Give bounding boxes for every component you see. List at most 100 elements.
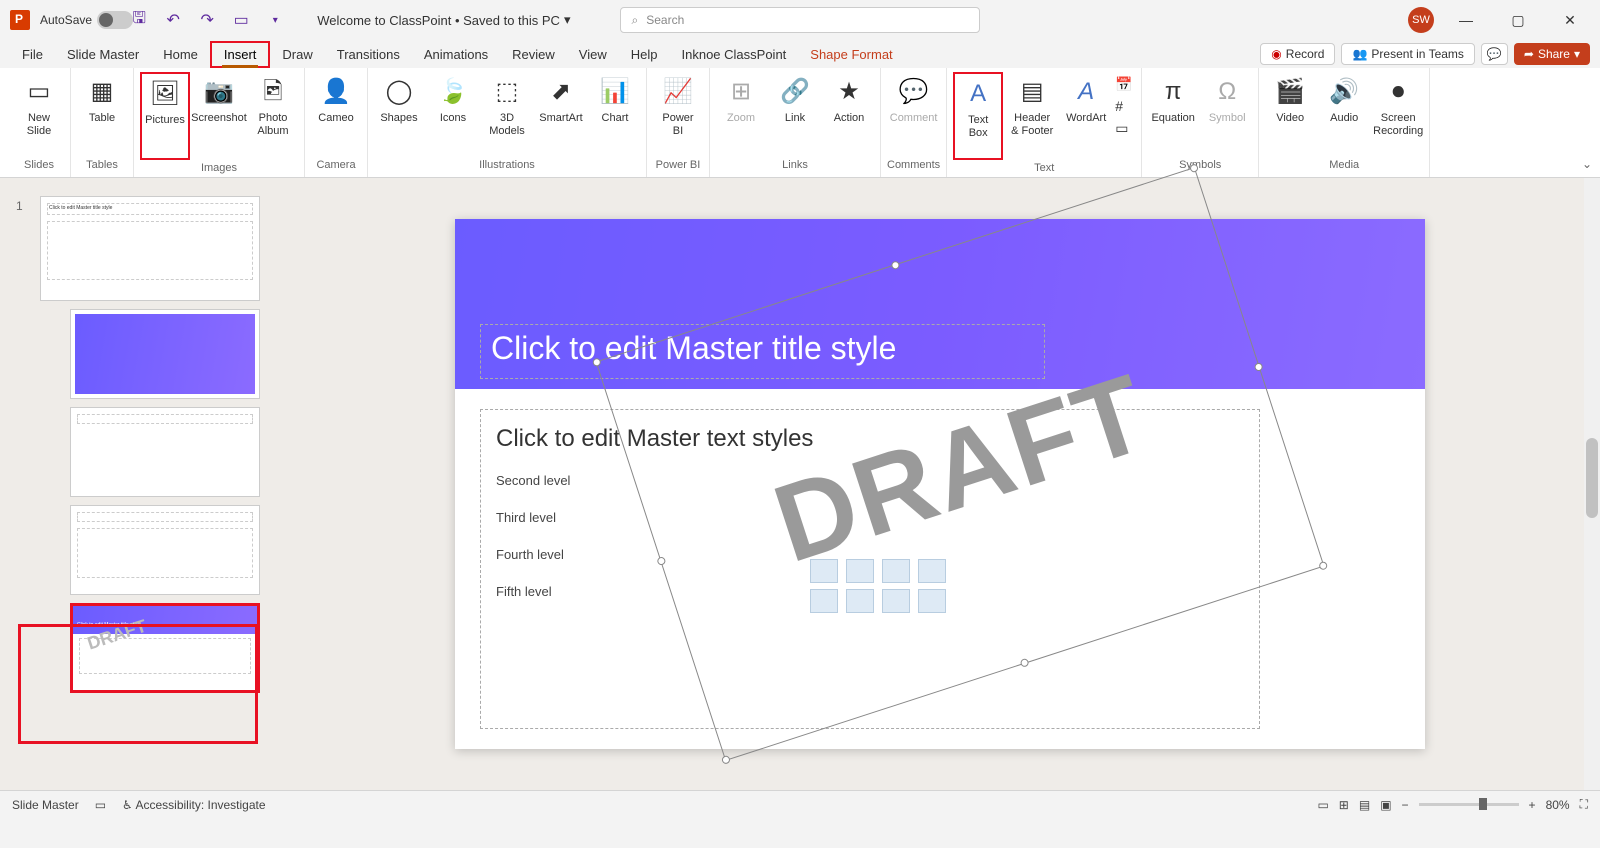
audio-button[interactable]: 🔊Audio xyxy=(1319,72,1369,129)
video-button[interactable]: 🎬Video xyxy=(1265,72,1315,129)
pictures-icon: 🖼 xyxy=(149,78,181,110)
tab-shape-format[interactable]: Shape Format xyxy=(798,43,904,66)
object-icon[interactable]: ▭ xyxy=(1115,120,1135,140)
ribbon-collapse-icon[interactable]: ⌄ xyxy=(1582,157,1592,171)
date-time-icon[interactable]: 📅 xyxy=(1115,76,1135,96)
body-level: Third level xyxy=(496,510,1244,525)
text-box-button[interactable]: AText Box xyxy=(953,72,1003,160)
icons-button[interactable]: 🍃Icons xyxy=(428,72,478,129)
insert-icons-icon[interactable] xyxy=(882,559,910,583)
slide-canvas[interactable]: Click to edit Master title style Click t… xyxy=(280,178,1600,790)
new-slide-button[interactable]: ▭New Slide xyxy=(14,72,64,142)
powerbi-icon: 📈 xyxy=(662,76,694,108)
layout-thumbnail[interactable] xyxy=(70,505,260,595)
tab-animations[interactable]: Animations xyxy=(412,43,500,66)
insert-chart-icon[interactable] xyxy=(918,589,946,613)
table-button[interactable]: ▦Table xyxy=(77,72,127,129)
link-icon: 🔗 xyxy=(779,76,811,108)
fit-to-window-icon[interactable]: ⛶ xyxy=(1580,797,1588,812)
tab-slide-master[interactable]: Slide Master xyxy=(55,43,151,66)
insert-picture-icon[interactable] xyxy=(810,559,838,583)
screen-recording-button[interactable]: ⏺Screen Recording xyxy=(1373,72,1423,142)
tab-transitions[interactable]: Transitions xyxy=(325,43,412,66)
tab-review[interactable]: Review xyxy=(500,43,567,66)
scrollbar-thumb[interactable] xyxy=(1586,438,1598,518)
ribbon-group-links: ⊞Zoom 🔗Link ★Action Links xyxy=(710,68,881,177)
insert-video-icon[interactable] xyxy=(846,589,874,613)
present-in-teams-button[interactable]: 👥Present in Teams xyxy=(1341,43,1474,65)
equation-button[interactable]: πEquation xyxy=(1148,72,1198,129)
title-bar: AutoSave Off 🖫 ↶ ↷ ▭ ▾ Welcome to ClassP… xyxy=(0,0,1600,40)
tab-classpoint[interactable]: Inknoe ClassPoint xyxy=(670,43,799,66)
redo-icon[interactable]: ↷ xyxy=(195,8,219,32)
tab-view[interactable]: View xyxy=(567,43,619,66)
insert-table-icon[interactable] xyxy=(882,589,910,613)
record-button[interactable]: ◉Record xyxy=(1260,43,1335,65)
reading-view-icon[interactable]: ▤ xyxy=(1359,798,1370,812)
slide-sorter-icon[interactable]: ⊞ xyxy=(1339,798,1349,812)
comments-panel-toggle[interactable]: 💬 xyxy=(1481,43,1508,65)
zoom-out-button[interactable]: − xyxy=(1402,798,1409,812)
header-footer-icon: ▤ xyxy=(1016,76,1048,108)
tab-file[interactable]: File xyxy=(10,43,55,66)
zoom-level[interactable]: 80% xyxy=(1546,798,1570,812)
slide-number: 1 xyxy=(16,199,23,213)
master-title-placeholder[interactable]: Click to edit Master title style xyxy=(480,324,1045,379)
layout-thumbnail[interactable] xyxy=(70,309,260,399)
search-input[interactable]: ⌕ Search xyxy=(620,7,980,33)
autosave-toggle[interactable]: AutoSave Off xyxy=(40,11,117,29)
display-settings-icon[interactable]: ▭ xyxy=(95,798,106,812)
accessibility-status[interactable]: ♿︎ Accessibility: Investigate xyxy=(122,798,266,812)
status-mode[interactable]: Slide Master xyxy=(12,798,79,812)
normal-view-icon[interactable]: ▭ xyxy=(1317,798,1328,812)
slideshow-icon[interactable]: ▣ xyxy=(1380,798,1391,812)
insert-cameo-icon[interactable] xyxy=(810,589,838,613)
shapes-button[interactable]: ◯Shapes xyxy=(374,72,424,129)
minimize-button[interactable]: — xyxy=(1446,5,1486,35)
tab-help[interactable]: Help xyxy=(619,43,670,66)
powerbi-button[interactable]: 📈Power BI xyxy=(653,72,703,142)
symbol-icon: Ω xyxy=(1211,76,1243,108)
smartart-icon: ⬈ xyxy=(545,76,577,108)
wordart-button[interactable]: AWordArt xyxy=(1061,72,1111,129)
ribbon-group-illustrations: ◯Shapes 🍃Icons ⬚3D Models ⬈SmartArt 📊Cha… xyxy=(368,68,647,177)
slide-master-thumbnail[interactable]: 1 Click to edit Master title style xyxy=(40,196,260,301)
document-title[interactable]: Welcome to ClassPoint • Saved to this PC… xyxy=(317,12,570,28)
qa-more-icon[interactable]: ▾ xyxy=(263,8,287,32)
tab-draw[interactable]: Draw xyxy=(270,43,324,66)
pictures-button[interactable]: 🖼Pictures xyxy=(140,72,190,160)
cameo-button[interactable]: 👤Cameo xyxy=(311,72,361,129)
header-footer-button[interactable]: ▤Header & Footer xyxy=(1007,72,1057,142)
slide-number-icon[interactable]: # xyxy=(1115,98,1135,118)
insert-smartart-icon[interactable] xyxy=(918,559,946,583)
layout-thumbnail[interactable] xyxy=(70,407,260,497)
slide-thumbnail-panel[interactable]: 1 Click to edit Master title style Click… xyxy=(0,178,280,790)
restore-button[interactable]: ▢ xyxy=(1498,5,1538,35)
chart-button[interactable]: 📊Chart xyxy=(590,72,640,129)
screenshot-button[interactable]: 📷Screenshot xyxy=(194,72,244,129)
photo-album-button[interactable]: 🖻Photo Album xyxy=(248,72,298,142)
3d-models-button[interactable]: ⬚3D Models xyxy=(482,72,532,142)
content-placeholder-icons[interactable] xyxy=(810,559,948,613)
share-button[interactable]: ➦Share▾ xyxy=(1514,43,1590,65)
ribbon-group-powerbi: 📈Power BI Power BI xyxy=(647,68,710,177)
tab-home[interactable]: Home xyxy=(151,43,210,66)
insert-online-picture-icon[interactable] xyxy=(846,559,874,583)
screen-recording-icon: ⏺ xyxy=(1382,76,1414,108)
undo-icon[interactable]: ↶ xyxy=(161,8,185,32)
zoom-in-button[interactable]: + xyxy=(1529,798,1536,812)
user-avatar[interactable]: SW xyxy=(1408,7,1434,33)
accessibility-icon: ♿︎ xyxy=(122,798,133,812)
ribbon-group-comments: 💬Comment Comments xyxy=(881,68,947,177)
ribbon-group-camera: 👤Cameo Camera xyxy=(305,68,368,177)
action-button[interactable]: ★Action xyxy=(824,72,874,129)
link-button[interactable]: 🔗Link xyxy=(770,72,820,129)
zoom-slider[interactable] xyxy=(1419,803,1519,806)
tab-insert[interactable]: Insert xyxy=(210,41,271,68)
vertical-scrollbar[interactable] xyxy=(1584,178,1600,790)
toggle-switch[interactable] xyxy=(97,11,133,29)
action-icon: ★ xyxy=(833,76,865,108)
smartart-button[interactable]: ⬈SmartArt xyxy=(536,72,586,129)
start-from-beginning-icon[interactable]: ▭ xyxy=(229,8,253,32)
close-button[interactable]: ✕ xyxy=(1550,5,1590,35)
